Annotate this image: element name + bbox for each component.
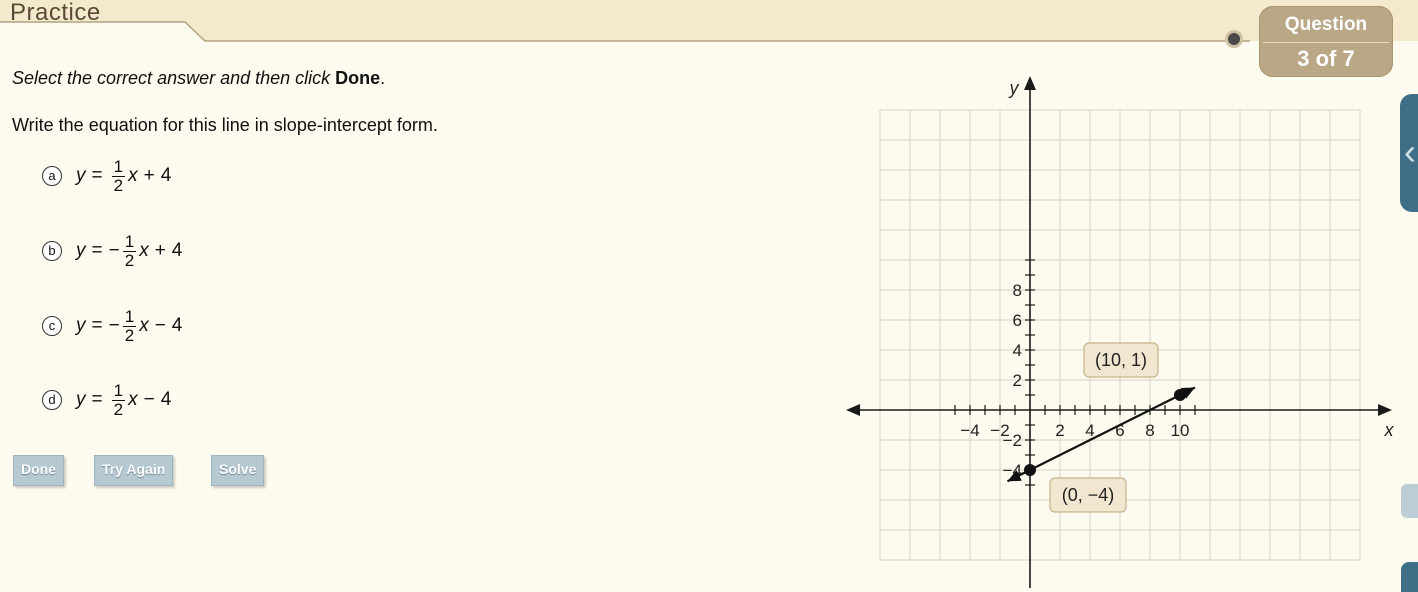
eq-x: x: [139, 315, 149, 336]
x-tick-label: 2: [1055, 421, 1064, 440]
point-callout-label: (10, 1): [1095, 350, 1147, 370]
frac-num: 1: [111, 156, 126, 177]
eq-x: x: [128, 389, 138, 410]
y-tick-label: 8: [1013, 281, 1022, 300]
frac-num: 1: [122, 231, 137, 252]
eq-const: 4: [160, 389, 172, 410]
eq-fraction: 12: [122, 231, 137, 270]
y-axis-up-arrow: [1024, 76, 1036, 90]
point-callout-label: (0, −4): [1062, 485, 1115, 505]
frac-den: 2: [124, 250, 135, 270]
data-point: [1174, 389, 1186, 401]
chevron-left-icon: ‹: [1404, 131, 1416, 172]
question-badge-divider: [1263, 42, 1389, 43]
eq-op: +: [154, 240, 166, 261]
question-label: Question: [1284, 14, 1368, 35]
eq-equals: =: [91, 240, 103, 261]
eq-equals: =: [91, 389, 103, 410]
eq-const: 4: [160, 165, 172, 186]
coordinate-graph: −4 −2 2 4 6 8 10−4−22468xy(0, −4)(10, 1): [846, 76, 1395, 588]
radio-choice-c[interactable]: c: [42, 316, 62, 336]
eq-equals: =: [91, 165, 103, 186]
x-axis-left-arrow: [846, 404, 860, 416]
instruction-text: Select the correct answer and then click…: [12, 68, 385, 89]
speaker-icon[interactable]: [1401, 484, 1418, 518]
frac-den: 2: [113, 175, 124, 195]
eq-sign: −: [108, 315, 120, 336]
answer-choice-b[interactable]: b y = − 12 x + 4: [42, 226, 182, 276]
eq-x: x: [128, 165, 138, 186]
graph-line: [1007, 386, 1196, 483]
eq-y: y: [76, 165, 86, 186]
answer-choice-c[interactable]: c y = − 12 x − 4: [42, 301, 182, 351]
y-tick-label: 2: [1013, 371, 1022, 390]
section-title: Practice: [10, 0, 101, 26]
eq-y: y: [76, 389, 86, 410]
eq-const: 4: [171, 240, 183, 261]
progress-indicator-dot: [1228, 33, 1240, 45]
question-badge: Question 3 of 7: [1259, 6, 1393, 77]
question-prompt: Write the equation for this line in slop…: [12, 115, 438, 135]
eq-equals: =: [91, 315, 103, 336]
eq-fraction: 12: [111, 156, 126, 195]
instruction-sentence: Select the correct answer and then click: [12, 68, 331, 88]
try-again-button[interactable]: Try Again: [94, 455, 174, 486]
radio-choice-d[interactable]: d: [42, 390, 62, 410]
x-tick-label: 10: [1171, 421, 1190, 440]
eq-op: −: [154, 315, 166, 336]
eq-fraction: 12: [122, 306, 137, 345]
x-tick-label: −4: [960, 421, 979, 440]
answer-choice-a[interactable]: a y = 12 x + 4: [42, 151, 171, 201]
y-tick-label: 6: [1013, 311, 1022, 330]
choice-b-equation: y = − 12 x + 4: [76, 231, 183, 270]
y-axis-label: y: [1008, 78, 1020, 98]
eq-x: x: [139, 240, 149, 261]
frac-den: 2: [113, 399, 124, 419]
instruction-period: .: [380, 68, 386, 88]
answer-choice-d[interactable]: d y = 12 x − 4: [42, 375, 171, 425]
side-panel-tab[interactable]: ‹: [1400, 94, 1418, 212]
header-band: [0, 0, 1418, 42]
eq-const: 4: [171, 315, 183, 336]
eq-y: y: [76, 240, 86, 261]
x-tick-label: 8: [1145, 421, 1154, 440]
frac-num: 1: [111, 380, 126, 401]
choice-d-equation: y = 12 x − 4: [76, 380, 172, 419]
choice-a-equation: y = 12 x + 4: [76, 156, 172, 195]
x-axis-label: x: [1384, 420, 1395, 440]
eq-fraction: 12: [111, 380, 126, 419]
eq-op: +: [143, 165, 155, 186]
frac-num: 1: [122, 306, 137, 327]
eq-op: −: [143, 389, 155, 410]
solve-button[interactable]: Solve: [211, 455, 265, 486]
frac-den: 2: [124, 325, 135, 345]
y-tick-label: −2: [1003, 431, 1022, 450]
choice-c-equation: y = − 12 x − 4: [76, 306, 183, 345]
y-tick-label: 4: [1013, 341, 1022, 360]
instruction-done-word: Done: [335, 68, 381, 88]
eq-sign: −: [108, 240, 120, 261]
question-count: 3 of 7: [1297, 46, 1355, 71]
radio-choice-a[interactable]: a: [42, 166, 62, 186]
eq-y: y: [76, 315, 86, 336]
radio-choice-b[interactable]: b: [42, 241, 62, 261]
data-point: [1024, 464, 1036, 476]
done-button[interactable]: Done: [13, 455, 64, 486]
x-axis-right-arrow: [1378, 404, 1392, 416]
